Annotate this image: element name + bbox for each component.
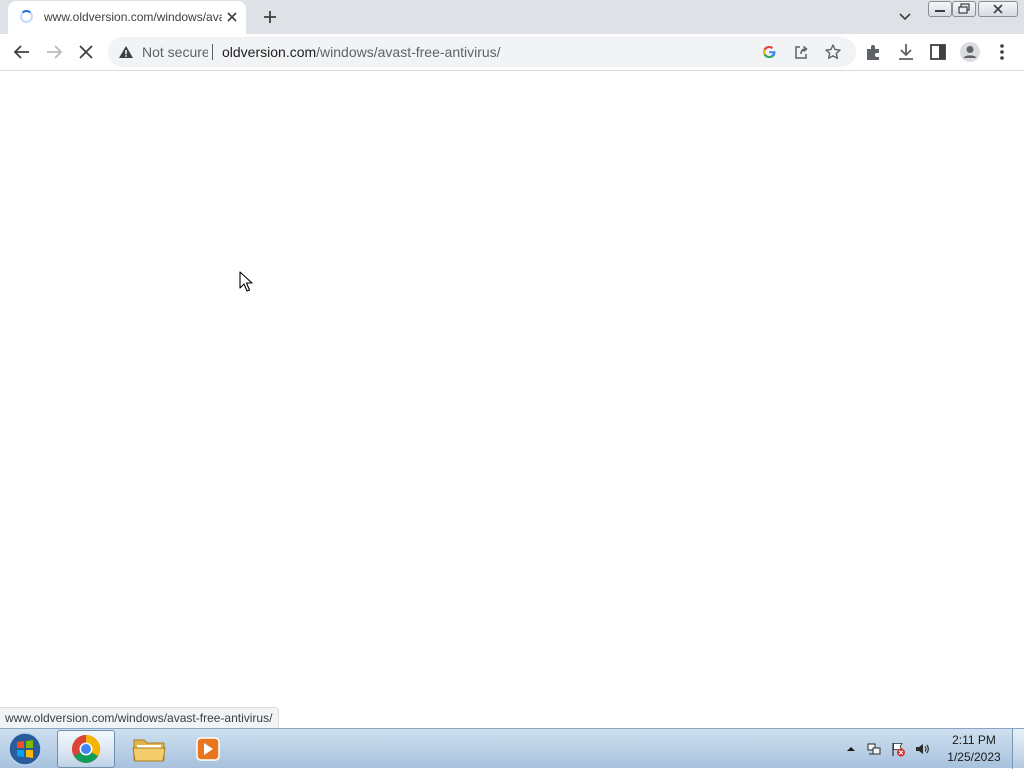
chrome-icon <box>72 735 100 763</box>
close-icon[interactable] <box>224 9 240 25</box>
download-icon[interactable] <box>894 40 918 64</box>
system-clock[interactable]: 2:11 PM 1/25/2023 <box>938 732 1010 766</box>
taskbar-app-media-player[interactable] <box>180 730 238 768</box>
kebab-menu-icon[interactable] <box>990 40 1014 64</box>
minimize-icon <box>935 10 945 12</box>
windows-taskbar: 2:11 PM 1/25/2023 <box>0 728 1024 769</box>
google-icon[interactable] <box>760 43 778 61</box>
taskbar-app-chrome[interactable] <box>57 730 115 768</box>
minimize-button[interactable] <box>928 1 952 17</box>
tab-title: www.oldversion.com/windows/avast-free-an… <box>44 10 222 24</box>
network-icon[interactable] <box>866 741 882 757</box>
url-host: oldversion.com <box>222 44 317 60</box>
volume-icon[interactable] <box>914 741 930 757</box>
star-icon[interactable] <box>824 43 842 61</box>
profile-icon[interactable] <box>958 40 982 64</box>
media-player-icon <box>196 737 220 761</box>
browser-tab[interactable]: www.oldversion.com/windows/avast-free-an… <box>8 1 246 34</box>
link-status-bubble: www.oldversion.com/windows/avast-free-an… <box>0 707 280 728</box>
address-bar[interactable]: Not secure oldversion.com/windows/avast-… <box>108 37 856 67</box>
restore-icon <box>958 3 970 14</box>
tab-strip: www.oldversion.com/windows/avast-free-an… <box>0 0 1024 34</box>
show-hidden-icons-chevron-icon[interactable] <box>843 741 859 757</box>
tab-spinner-icon <box>20 10 33 23</box>
browser-toolbar: Not secure oldversion.com/windows/avast-… <box>0 34 1024 71</box>
puzzle-icon[interactable] <box>862 40 886 64</box>
clock-time: 2:11 PM <box>952 733 996 747</box>
taskbar-app-explorer[interactable] <box>120 730 178 768</box>
share-icon[interactable] <box>792 43 810 61</box>
url-text[interactable]: oldversion.com/windows/avast-free-antivi… <box>222 44 642 60</box>
omnibox-separator <box>212 44 213 60</box>
start-button[interactable] <box>5 731 45 767</box>
warning-icon[interactable] <box>118 45 134 59</box>
url-path: /windows/avast-free-antivirus/ <box>316 44 501 60</box>
forward-arrow-icon[interactable] <box>42 40 66 64</box>
page-content-area[interactable] <box>0 71 1024 728</box>
close-icon <box>993 4 1003 14</box>
restore-button[interactable] <box>952 1 976 17</box>
plus-icon[interactable] <box>259 6 281 28</box>
security-status-label[interactable]: Not secure <box>142 44 208 60</box>
action-center-flag-icon[interactable] <box>890 741 906 757</box>
clock-date: 1/25/2023 <box>947 750 1001 764</box>
folder-icon <box>132 739 166 762</box>
window-close-button[interactable] <box>978 1 1018 17</box>
back-arrow-icon[interactable] <box>10 40 34 64</box>
show-desktop-button[interactable] <box>1012 729 1024 769</box>
mouse-cursor-icon <box>239 271 253 292</box>
side-panel-icon[interactable] <box>926 40 950 64</box>
chevron-down-icon[interactable] <box>895 8 915 26</box>
stop-icon[interactable] <box>74 40 98 64</box>
